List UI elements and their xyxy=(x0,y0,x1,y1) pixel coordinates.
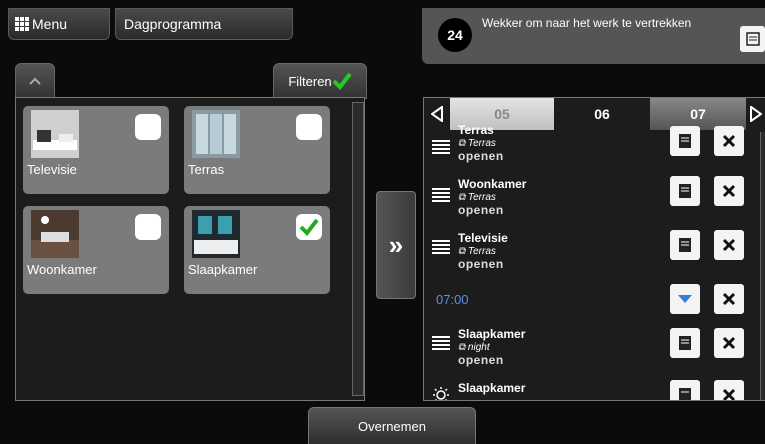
menu-button[interactable]: Menu xyxy=(8,8,110,40)
row-room: Terras xyxy=(458,123,494,137)
double-chevron-right-icon: » xyxy=(388,229,404,260)
row-delete-button[interactable] xyxy=(714,380,744,400)
edit-icon xyxy=(679,336,691,350)
room-checkbox[interactable] xyxy=(135,114,161,140)
check-icon xyxy=(299,218,319,236)
collapse-button[interactable] xyxy=(15,63,55,99)
time-expand-button[interactable] xyxy=(670,284,700,314)
edit-icon xyxy=(745,32,760,46)
close-icon xyxy=(722,134,736,148)
edit-icon xyxy=(679,238,691,252)
room-checkbox[interactable] xyxy=(135,214,161,240)
schedule-row: Slaapkamer xyxy=(424,378,754,400)
woonkamer-photo xyxy=(31,210,79,258)
row-edit-button[interactable] xyxy=(670,176,700,206)
row-delete-button[interactable] xyxy=(714,230,744,260)
blind-icon xyxy=(432,186,450,204)
room-tile-televisie[interactable]: Televisie xyxy=(23,106,169,194)
room-tile-terras[interactable]: Terras xyxy=(184,106,330,194)
grid-icon xyxy=(15,17,29,31)
row-action: openen xyxy=(458,149,504,163)
confirm-button[interactable]: Overnemen xyxy=(308,407,476,444)
check-icon xyxy=(332,72,352,90)
televisie-photo xyxy=(31,110,79,158)
row-action: openen xyxy=(458,203,504,217)
close-icon xyxy=(722,336,736,350)
room-label: Televisie xyxy=(27,162,77,177)
light-bulb-icon xyxy=(433,387,449,400)
transfer-button[interactable]: » xyxy=(376,191,416,299)
close-icon xyxy=(722,292,736,306)
room-tile-slaapkamer[interactable]: Slaapkamer xyxy=(184,206,330,294)
edit-icon xyxy=(679,134,691,148)
row-delete-button[interactable] xyxy=(714,176,744,206)
time-delete-button[interactable] xyxy=(714,284,744,314)
terras-photo xyxy=(192,110,240,158)
triangle-down-icon xyxy=(678,295,692,303)
page-title: Dagprogramma xyxy=(124,16,222,32)
row-edit-button[interactable] xyxy=(670,328,700,358)
close-icon xyxy=(722,184,736,198)
slaapkamer-photo xyxy=(192,210,240,258)
confirm-label: Overnemen xyxy=(358,418,426,434)
schedule-scrollbar[interactable] xyxy=(760,132,765,400)
filter-label: Filteren xyxy=(288,73,332,89)
row-room: Slaapkamer xyxy=(458,327,526,341)
row-room: Slaapkamer xyxy=(458,381,526,395)
clock-24-icon: 24 xyxy=(438,18,472,52)
filter-button[interactable]: Filteren xyxy=(273,63,367,99)
edit-icon xyxy=(679,184,691,198)
row-delete-button[interactable] xyxy=(714,126,744,156)
menu-label: Menu xyxy=(32,16,68,32)
row-action: openen xyxy=(458,257,504,271)
row-edit-button[interactable] xyxy=(670,126,700,156)
room-label: Woonkamer xyxy=(27,262,97,277)
close-icon xyxy=(722,388,736,400)
alarm-panel: 24 Wekker om naar het werk te vertrekken xyxy=(422,8,765,64)
blind-icon xyxy=(432,334,450,352)
blind-icon xyxy=(432,238,450,256)
time-label: 07:00 xyxy=(436,292,469,307)
row-edit-button[interactable] xyxy=(670,380,700,400)
page-title-button[interactable]: Dagprogramma xyxy=(115,8,293,40)
alarm-text: Wekker om naar het werk te vertrekken xyxy=(482,16,692,30)
chevron-up-icon xyxy=(29,77,41,85)
room-label: Slaapkamer xyxy=(188,262,258,277)
row-room: Televisie xyxy=(458,231,508,245)
blind-icon xyxy=(432,138,450,156)
row-action: openen xyxy=(458,353,504,367)
row-delete-button[interactable] xyxy=(714,328,744,358)
row-room: Woonkamer xyxy=(458,177,527,191)
schedule-row: Woonkamer ⧉ Terras openen xyxy=(424,176,754,226)
room-scrollbar[interactable] xyxy=(352,102,364,396)
close-icon xyxy=(722,238,736,252)
schedule-row: Terras ⧉ Terras openen xyxy=(424,120,754,170)
schedule-row: Televisie ⧉ Terras openen xyxy=(424,230,754,280)
room-checkbox[interactable] xyxy=(296,114,322,140)
alarm-edit-button[interactable] xyxy=(740,26,765,52)
room-checkbox-checked[interactable] xyxy=(296,214,322,240)
edit-icon xyxy=(679,388,691,400)
schedule-panel: 05 06 07 Terras ⧉ Terras openen Woonkame… xyxy=(423,97,765,401)
row-edit-button[interactable] xyxy=(670,230,700,260)
room-tile-woonkamer[interactable]: Woonkamer xyxy=(23,206,169,294)
schedule-row: Slaapkamer ⧉ night openen xyxy=(424,326,754,376)
room-label: Terras xyxy=(188,162,225,177)
